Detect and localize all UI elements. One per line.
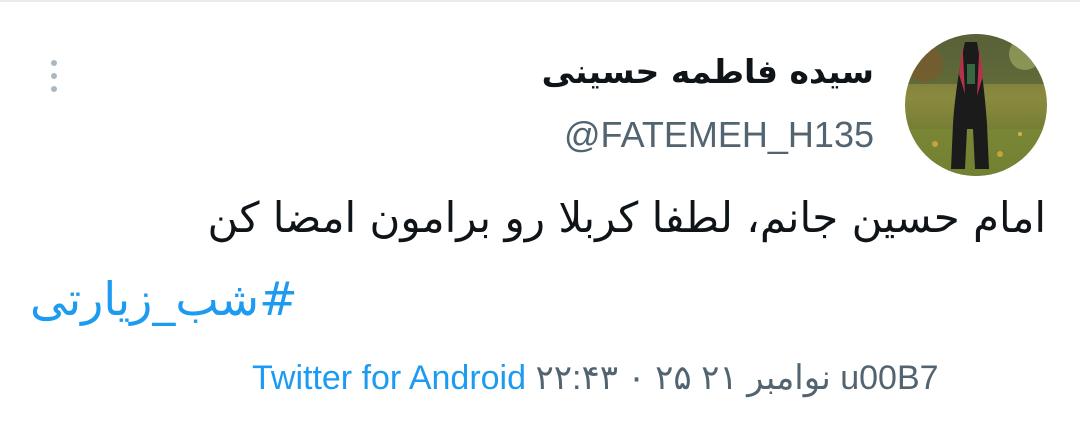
tweet-meta: Twitter for Android ۲۲:۴۳ ۰ ۲۵ نوامبر ۲۱… bbox=[252, 358, 939, 398]
hashtag-link[interactable]: #شب_زیارتی bbox=[30, 270, 298, 330]
tweet-card: سیده فاطمه حسینی @FATEMEH_H135 امام حسین… bbox=[0, 0, 1080, 439]
tweet-text: امام حسین جانم، لطفا کربلا رو برامون امض… bbox=[207, 193, 1046, 242]
author-display-name[interactable]: سیده فاطمه حسینی bbox=[542, 52, 874, 91]
author-handle[interactable]: @FATEMEH_H135 bbox=[564, 114, 874, 156]
more-options-icon[interactable] bbox=[44, 56, 64, 96]
source-link[interactable]: Twitter for Android bbox=[252, 359, 526, 397]
avatar[interactable] bbox=[905, 34, 1047, 176]
timestamp[interactable]: ۲۲:۴۳ ۰ ۲۵ نوامبر ۲۱ u00B7 bbox=[535, 359, 938, 397]
